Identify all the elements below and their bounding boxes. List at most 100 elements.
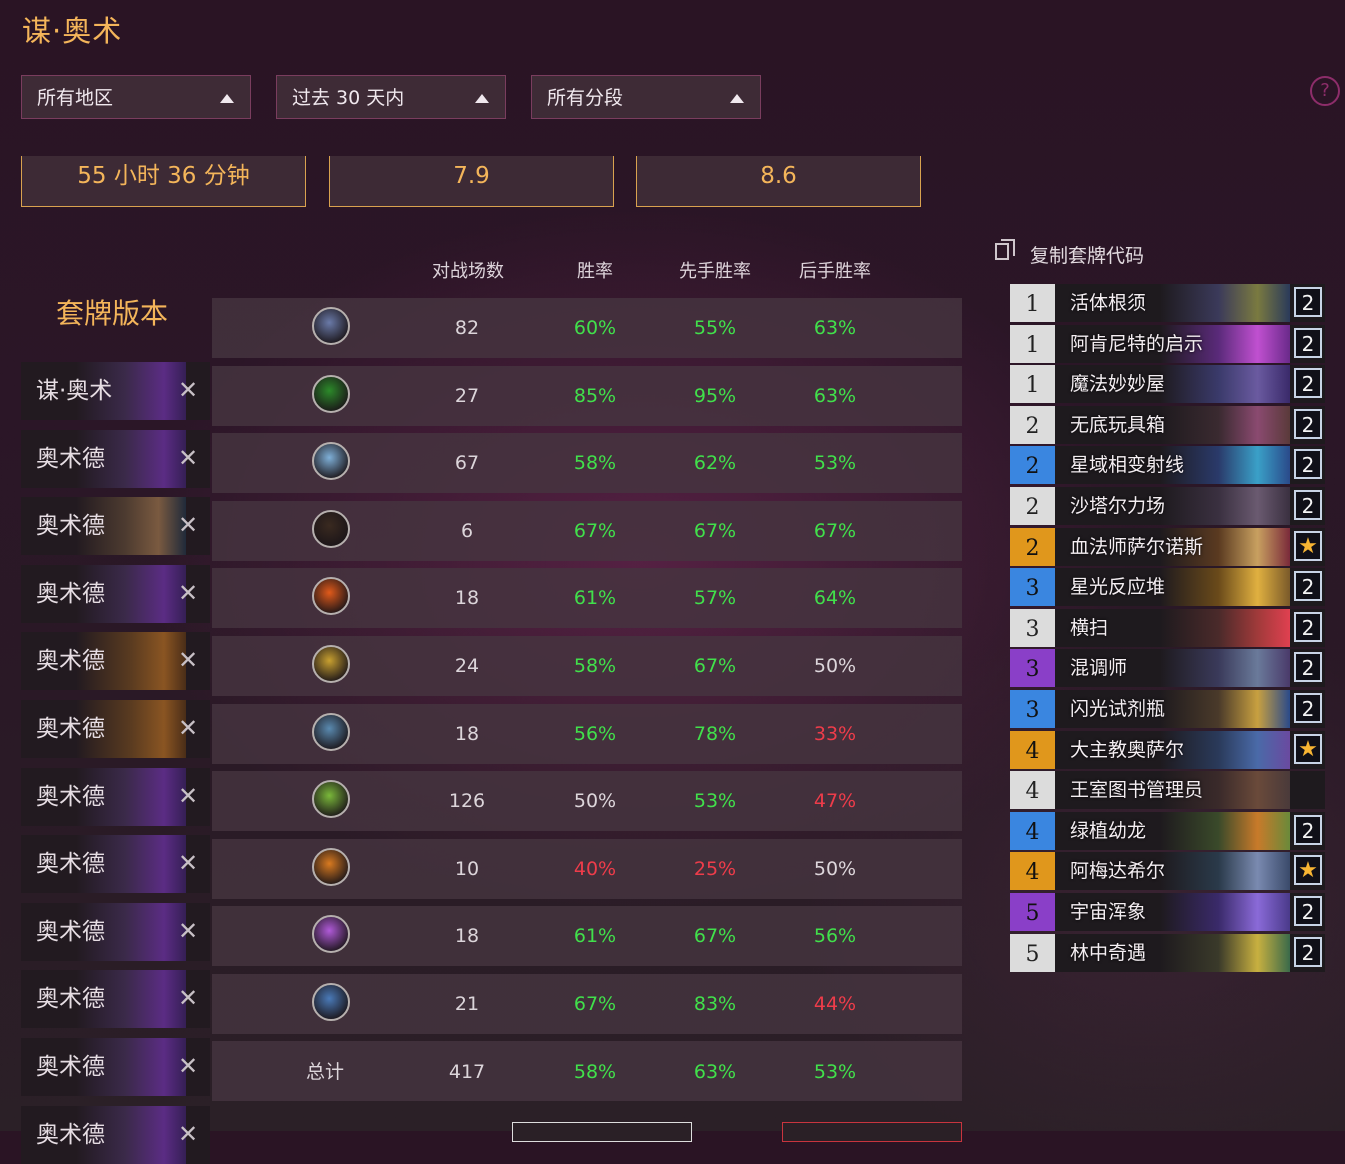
close-icon[interactable]: ✕ — [177, 903, 199, 959]
deck-version-tile[interactable]: 谋·奥术 ✕ — [21, 362, 210, 420]
deck-version-tile[interactable]: 奥术德 ✕ — [21, 632, 210, 691]
card-list-item[interactable]: 4 大主教奥萨尔 ★ — [1010, 730, 1325, 769]
card-cost: 2 — [1010, 527, 1055, 566]
games-cell: 10 — [454, 857, 480, 880]
card-list-item[interactable]: 3 闪光试剂瓶 2 — [1010, 690, 1325, 728]
secondary-button[interactable] — [782, 1122, 962, 1142]
deck-version-name: 奥术德 — [36, 1054, 105, 1080]
table-row[interactable]: 24 58% 67% 50% — [212, 636, 962, 696]
header-winrate[interactable]: 胜率 — [535, 257, 655, 283]
copy-icon[interactable] — [995, 239, 1015, 260]
close-icon[interactable]: ✕ — [177, 632, 199, 688]
close-icon[interactable]: ✕ — [177, 970, 199, 1026]
deck-version-name: 奥术德 — [36, 513, 105, 540]
deck-version-tile[interactable]: 奥术德 ✕ — [21, 970, 210, 1029]
winrate-cell: 56% — [573, 722, 617, 745]
stat-box-playtime: 55 小时 36 分钟 — [21, 156, 306, 207]
close-icon[interactable]: ✕ — [177, 1038, 199, 1094]
close-icon[interactable]: ✕ — [177, 700, 199, 756]
region-filter[interactable]: 所有地区 — [21, 75, 251, 119]
card-art — [1160, 568, 1290, 607]
card-name: 血法师萨尔诺斯 — [1070, 535, 1204, 558]
deck-version-tile[interactable]: 奥术德 ✕ — [21, 835, 210, 894]
card-count: 2 — [1294, 936, 1322, 967]
card-list-item[interactable]: 2 无底玩具箱 2 — [1010, 405, 1325, 444]
winrate-cell: 61% — [573, 925, 617, 948]
close-icon[interactable]: ✕ — [177, 768, 199, 824]
deck-version-tile[interactable]: 奥术德 ✕ — [21, 564, 210, 623]
winrate-cell: 61% — [573, 587, 617, 610]
time-range-filter[interactable]: 过去 30 天内 — [276, 75, 506, 119]
table-row[interactable]: 67 58% 62% 53% — [212, 433, 962, 494]
table-row[interactable]: 27 85% 95% 63% — [212, 365, 962, 426]
header-games[interactable]: 对战场数 — [408, 257, 528, 283]
region-filter-label: 所有地区 — [37, 87, 114, 109]
stat-box-avg-turns: 7.9 — [329, 156, 614, 207]
card-cost: 4 — [1010, 811, 1055, 850]
time-range-filter-label: 过去 30 天内 — [292, 87, 405, 109]
deck-version-tile[interactable]: 奥术德 ✕ — [21, 497, 210, 556]
card-list-item[interactable]: 3 横扫 2 — [1010, 608, 1325, 647]
copy-deck-code-button[interactable]: 复制套牌代码 — [1030, 241, 1144, 268]
card-list-item[interactable]: 3 星光反应堆 2 — [1010, 568, 1325, 607]
close-icon[interactable]: ✕ — [177, 565, 199, 621]
card-name: 魔法妙妙屋 — [1070, 373, 1166, 396]
deck-version-tile[interactable]: 奥术德 ✕ — [21, 429, 210, 488]
card-list-item[interactable]: 1 活体根须 2 — [1010, 284, 1325, 322]
table-row[interactable]: 18 61% 57% 64% — [212, 568, 962, 629]
deck-version-tile[interactable]: 奥术德 ✕ — [21, 1105, 210, 1164]
card-list-item[interactable]: 5 宇宙浑象 2 — [1010, 893, 1325, 931]
card-list-item[interactable]: 2 星域相变射线 2 — [1010, 446, 1325, 485]
close-icon[interactable]: ✕ — [177, 362, 199, 418]
more-button[interactable] — [512, 1122, 692, 1142]
header-second-winrate[interactable]: 后手胜率 — [775, 257, 895, 283]
table-row[interactable]: 6 67% 67% 67% — [212, 500, 962, 561]
header-first-winrate[interactable]: 先手胜率 — [655, 257, 775, 283]
card-list-item[interactable]: 4 王室图书管理员 — [1010, 771, 1325, 810]
holy-tome-icon — [312, 645, 350, 683]
table-row[interactable]: 21 67% 83% 44% — [212, 974, 962, 1034]
close-icon[interactable]: ✕ — [177, 1106, 199, 1162]
table-row[interactable]: 18 56% 78% 33% — [212, 703, 962, 764]
second-winrate-cell: 44% — [813, 993, 857, 1015]
table-row[interactable]: 18 61% 67% 56% — [212, 906, 962, 967]
second-winrate-cell: 63% — [813, 384, 857, 407]
table-row[interactable]: 126 50% 53% 47% — [212, 771, 962, 832]
deck-version-name: 谋·奥术 — [36, 378, 113, 404]
close-icon[interactable]: ✕ — [177, 835, 199, 891]
card-list-item[interactable]: 1 魔法妙妙屋 2 — [1010, 365, 1325, 404]
card-list-item[interactable]: 2 沙塔尔力场 2 — [1010, 487, 1325, 525]
first-winrate-cell: 62% — [693, 452, 737, 475]
card-list-item[interactable]: 4 绿植幼龙 2 — [1010, 811, 1325, 850]
card-count: 2 — [1294, 408, 1322, 439]
total-winrate-cell: 58% — [573, 1061, 617, 1083]
winrate-cell: 60% — [573, 317, 617, 339]
total-second-winrate-cell: 53% — [813, 1061, 857, 1083]
table-row[interactable]: 10 40% 25% 50% — [212, 838, 962, 899]
card-count: 2 — [1294, 449, 1322, 480]
card-art — [1160, 284, 1290, 322]
deck-version-tile[interactable]: 奥术德 ✕ — [21, 700, 210, 758]
card-cost: 1 — [1010, 365, 1055, 404]
total-row: 总计 417 58% 63% 53% — [212, 1041, 962, 1101]
rank-filter[interactable]: 所有分段 — [531, 75, 761, 119]
close-icon[interactable]: ✕ — [177, 497, 199, 553]
close-icon[interactable]: ✕ — [177, 430, 199, 486]
card-name: 闪光试剂瓶 — [1070, 698, 1166, 720]
card-list-item[interactable]: 3 混调师 2 — [1010, 649, 1325, 688]
card-list-item[interactable]: 2 血法师萨尔诺斯 ★ — [1010, 527, 1325, 566]
card-art — [1160, 852, 1290, 891]
second-winrate-cell: 50% — [813, 655, 857, 677]
help-icon[interactable]: ? — [1310, 76, 1340, 106]
second-winrate-cell: 47% — [813, 790, 857, 813]
card-list-item[interactable]: 1 阿肯尼特的启示 2 — [1010, 324, 1325, 363]
card-list-item[interactable]: 5 林中奇遇 2 — [1010, 933, 1325, 972]
table-row[interactable]: 82 60% 55% 63% — [212, 298, 962, 358]
card-list-item[interactable]: 4 阿梅达希尔 ★ — [1010, 852, 1325, 891]
chevron-up-icon — [220, 94, 234, 103]
deck-version-tile[interactable]: 奥术德 ✕ — [21, 767, 210, 826]
deck-version-tile[interactable]: 奥术德 ✕ — [21, 902, 210, 961]
card-cost: 2 — [1010, 405, 1055, 444]
deck-version-tile[interactable]: 奥术德 ✕ — [21, 1038, 210, 1096]
rank-filter-label: 所有分段 — [547, 87, 624, 109]
